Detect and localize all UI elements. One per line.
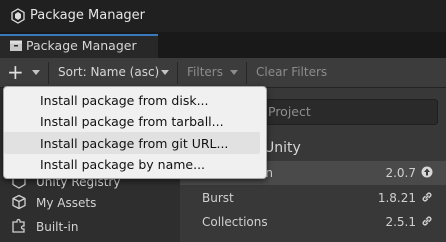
- sidebar-item-my-assets[interactable]: My Assets: [36, 195, 96, 211]
- toolbar-divider: [177, 62, 178, 84]
- toolbar-divider: [246, 62, 247, 84]
- package-version: 2.0.7: [385, 166, 416, 180]
- unity-logo-icon: [11, 8, 25, 24]
- plus-icon: +: [7, 60, 24, 84]
- filters-chevron-down-icon: [230, 70, 238, 75]
- tab-label: Package Manager: [26, 38, 137, 53]
- link-icon: [422, 192, 432, 202]
- search-placeholder: Project: [268, 104, 311, 119]
- package-version: 1.8.21: [377, 191, 416, 205]
- sort-dropdown[interactable]: Sort: Name (asc): [58, 64, 159, 80]
- cube-icon: [12, 194, 26, 210]
- clear-filters-button[interactable]: Clear Filters: [256, 64, 327, 80]
- add-dropdown-chevron-icon: [32, 70, 40, 75]
- filters-dropdown[interactable]: Filters: [187, 64, 223, 80]
- toolbar-divider: [48, 62, 49, 84]
- package-name: Collections: [202, 215, 268, 229]
- menu-item-label: Install package from tarball...: [40, 114, 224, 129]
- sort-chevron-down-icon: [161, 70, 169, 75]
- puzzle-icon: [12, 218, 25, 233]
- link-icon: [422, 216, 432, 226]
- package-name: Burst: [202, 191, 234, 205]
- menu-item-label: Install package by name...: [40, 157, 206, 172]
- window-title: Package Manager: [30, 8, 146, 23]
- group-title: Unity: [264, 140, 301, 156]
- update-arrow-icon: [421, 166, 433, 178]
- sidebar-item-built-in[interactable]: Built-in: [36, 219, 78, 235]
- package-version: 2.5.1: [385, 215, 416, 229]
- package-tab-icon: [10, 40, 22, 51]
- menu-item-label: Install package from disk...: [40, 93, 209, 108]
- menu-item-label: Install package from git URL...: [40, 136, 229, 151]
